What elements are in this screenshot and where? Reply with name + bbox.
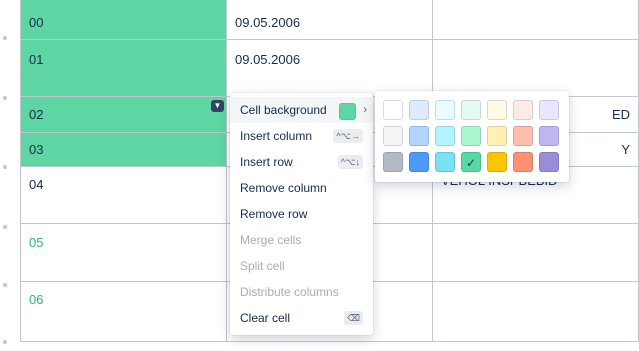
cell-text: 04 — [29, 177, 44, 192]
chevron-right-icon: › — [363, 104, 367, 116]
menu-item-insert-column[interactable]: Insert column ^⌥→ — [230, 123, 373, 149]
color-swatch[interactable] — [383, 126, 403, 146]
color-swatch[interactable] — [383, 100, 403, 120]
color-swatch[interactable] — [487, 126, 507, 146]
cell-text: 09.05.2006 — [235, 15, 301, 30]
cell-context-menu: Cell background › Insert column ^⌥→ Inse… — [230, 93, 373, 335]
color-swatch[interactable] — [409, 100, 429, 120]
table-row: 01 09.05.2006 — [20, 39, 639, 97]
cell-options-chevron-icon[interactable]: ▼ — [211, 100, 224, 112]
table-cell[interactable]: 09.05.2006 — [226, 39, 433, 97]
cell-text: 02 — [29, 107, 44, 122]
menu-item-label: Merge cells — [240, 233, 302, 247]
color-swatch[interactable] — [409, 126, 429, 146]
menu-item-label: Insert column — [240, 129, 313, 143]
color-swatch[interactable] — [539, 152, 559, 172]
color-swatch[interactable] — [409, 152, 429, 172]
row-handle[interactable] — [3, 340, 7, 344]
row-handle[interactable] — [3, 96, 7, 100]
color-swatch[interactable] — [435, 126, 455, 146]
table-cell[interactable]: 02 ▼ — [20, 96, 227, 133]
color-palette: ✓ — [375, 91, 569, 182]
row-handle[interactable] — [3, 165, 7, 169]
cell-text: Y — [621, 142, 630, 157]
color-swatch[interactable] — [487, 152, 507, 172]
table-cell[interactable]: 06 — [20, 281, 227, 342]
color-swatch[interactable] — [539, 100, 559, 120]
color-swatch[interactable] — [513, 152, 533, 172]
shortcut-badge: ^⌥→ — [333, 129, 363, 143]
cell-text: 09.05.2006 — [235, 52, 301, 67]
table-cell[interactable]: 04 — [20, 166, 227, 224]
menu-item-distribute-columns: Distribute columns — [230, 279, 373, 305]
table-cell[interactable]: 00 — [20, 0, 227, 40]
table-cell[interactable]: 09.05.2006 — [226, 0, 433, 40]
cell-text: 03 — [29, 142, 44, 157]
menu-item-label: Distribute columns — [240, 285, 339, 299]
cell-text: 05 — [29, 235, 44, 250]
cell-text: 00 — [29, 15, 44, 30]
row-handle[interactable] — [3, 36, 7, 40]
menu-item-label: Remove column — [240, 181, 327, 195]
menu-item-split-cell: Split cell — [230, 253, 373, 279]
table-cell[interactable]: 03 — [20, 132, 227, 167]
menu-item-insert-row[interactable]: Insert row ^⌥↓ — [230, 149, 373, 175]
table-cell[interactable]: 05 — [20, 223, 227, 282]
backspace-icon: ⌫ — [344, 311, 363, 325]
shortcut-badge: ^⌥↓ — [337, 155, 363, 169]
menu-item-label: Insert row — [240, 155, 293, 169]
menu-item-clear-cell[interactable]: Clear cell ⌫ — [230, 305, 373, 331]
menu-item-cell-background[interactable]: Cell background › — [230, 97, 373, 123]
row-gutter — [0, 0, 12, 351]
cell-text: 06 — [29, 292, 44, 307]
table-cell[interactable]: 01 — [20, 39, 227, 97]
menu-item-label: Remove row — [240, 207, 308, 221]
color-swatch[interactable] — [435, 152, 455, 172]
color-swatch[interactable] — [487, 100, 507, 120]
menu-item-label: Clear cell — [240, 311, 291, 325]
row-handle[interactable] — [3, 283, 7, 287]
color-swatch[interactable] — [461, 100, 481, 120]
menu-item-remove-row[interactable]: Remove row — [230, 201, 373, 227]
color-swatch[interactable] — [435, 100, 455, 120]
table-cell[interactable] — [432, 281, 639, 342]
checkmark-icon: ✓ — [465, 156, 477, 170]
menu-item-label: Split cell — [240, 259, 285, 273]
menu-item-label: Cell background — [240, 103, 327, 117]
cell-text: 01 — [29, 52, 44, 67]
color-swatch[interactable] — [539, 126, 559, 146]
current-color-swatch — [339, 103, 356, 120]
color-swatch[interactable] — [513, 126, 533, 146]
table-cell[interactable] — [432, 0, 639, 40]
menu-item-remove-column[interactable]: Remove column — [230, 175, 373, 201]
row-handle[interactable] — [3, 225, 7, 229]
cell-text: ED — [611, 107, 630, 122]
table-row: 00 09.05.2006 — [20, 0, 639, 40]
color-swatch[interactable] — [461, 126, 481, 146]
table-cell[interactable] — [432, 39, 639, 97]
table-cell[interactable] — [432, 223, 639, 282]
color-swatch[interactable] — [513, 100, 533, 120]
menu-item-merge-cells: Merge cells — [230, 227, 373, 253]
color-swatch[interactable] — [383, 152, 403, 172]
color-swatch[interactable]: ✓ — [461, 152, 481, 172]
